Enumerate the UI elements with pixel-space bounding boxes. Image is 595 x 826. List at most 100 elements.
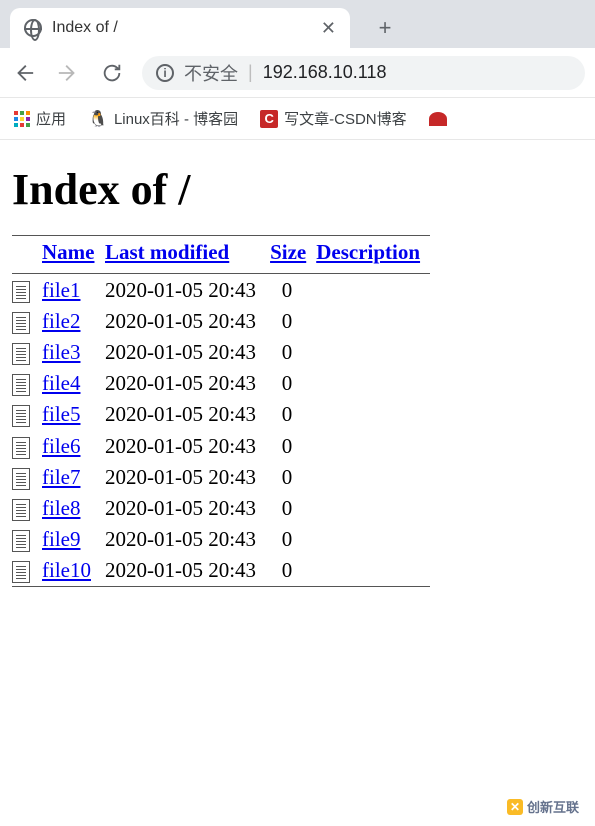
file-size-cell: 0 [270, 337, 316, 368]
sort-description-link[interactable]: Description [316, 240, 420, 264]
forward-button[interactable] [54, 59, 82, 87]
file-name-cell: file8 [42, 493, 105, 524]
file-icon-cell [12, 306, 42, 337]
security-label: 不安全 [184, 60, 238, 86]
file-link[interactable]: file5 [42, 402, 80, 426]
file-link[interactable]: file1 [42, 278, 80, 302]
apps-icon [14, 111, 30, 127]
column-modified[interactable]: Last modified [105, 236, 270, 274]
file-icon-cell [12, 337, 42, 368]
new-tab-button[interactable]: + [370, 13, 400, 43]
file-modified-cell: 2020-01-05 20:43 [105, 493, 270, 524]
file-size-cell: 0 [270, 493, 316, 524]
page-content: Index of / Name Last modified Size Descr… [0, 140, 595, 598]
table-row: file22020-01-05 20:430 [12, 306, 430, 337]
file-icon [12, 374, 30, 396]
file-link[interactable]: file8 [42, 496, 80, 520]
table-row: file92020-01-05 20:430 [12, 524, 430, 555]
bookmark-item[interactable]: C 写文章-CSDN博客 [260, 108, 407, 129]
bookmarks-bar: 应用 🐧 Linux百科 - 博客园 C 写文章-CSDN博客 [0, 98, 595, 140]
file-icon-cell [12, 430, 42, 461]
watermark-text: 创新互联 [527, 797, 579, 816]
file-link[interactable]: file9 [42, 527, 80, 551]
file-link[interactable]: file3 [42, 340, 80, 364]
file-icon [12, 312, 30, 334]
info-icon[interactable]: i [156, 64, 174, 82]
file-modified-cell: 2020-01-05 20:43 [105, 275, 270, 306]
file-description-cell [316, 555, 430, 587]
file-link[interactable]: file6 [42, 434, 80, 458]
back-button[interactable] [10, 59, 38, 87]
file-icon-cell [12, 555, 42, 587]
bookmark-label: 写文章-CSDN博客 [284, 108, 407, 129]
file-icon-cell [12, 368, 42, 399]
file-link[interactable]: file10 [42, 558, 91, 582]
file-icon-cell [12, 493, 42, 524]
reload-icon [101, 62, 123, 84]
file-size-cell: 0 [270, 430, 316, 461]
file-link[interactable]: file7 [42, 465, 80, 489]
file-modified-cell: 2020-01-05 20:43 [105, 524, 270, 555]
tab-strip: Index of / ✕ + [0, 0, 595, 48]
sort-name-link[interactable]: Name [42, 240, 94, 264]
toolbar: i 不安全 | 192.168.10.118 [0, 48, 595, 98]
file-icon [12, 530, 30, 552]
file-modified-cell: 2020-01-05 20:43 [105, 337, 270, 368]
reload-button[interactable] [98, 59, 126, 87]
bookmark-label: Linux百科 - 博客园 [114, 108, 238, 129]
file-size-cell: 0 [270, 275, 316, 306]
file-icon-cell [12, 524, 42, 555]
watermark: ✕ 创新互联 [501, 795, 585, 818]
file-size-cell: 0 [270, 555, 316, 587]
file-name-cell: file9 [42, 524, 105, 555]
file-icon [12, 468, 30, 490]
file-description-cell [316, 524, 430, 555]
file-icon [12, 343, 30, 365]
tab-title: Index of / [52, 19, 311, 37]
arrow-right-icon [57, 62, 79, 84]
url-text: 192.168.10.118 [263, 62, 387, 83]
column-name[interactable]: Name [42, 236, 105, 274]
browser-tab[interactable]: Index of / ✕ [10, 8, 350, 48]
file-name-cell: file2 [42, 306, 105, 337]
file-description-cell [316, 493, 430, 524]
column-description[interactable]: Description [316, 236, 430, 274]
file-link[interactable]: file2 [42, 309, 80, 333]
file-icon [12, 437, 30, 459]
bookmark-icon: 🐧 [88, 109, 108, 129]
apps-label: 应用 [36, 108, 66, 129]
file-size-cell: 0 [270, 368, 316, 399]
bookmark-item[interactable]: 🐧 Linux百科 - 博客园 [88, 108, 238, 129]
file-description-cell [316, 306, 430, 337]
arrow-left-icon [13, 62, 35, 84]
table-row: file72020-01-05 20:430 [12, 462, 430, 493]
column-icon [12, 236, 42, 274]
table-row: file62020-01-05 20:430 [12, 430, 430, 461]
file-name-cell: file10 [42, 555, 105, 587]
table-row: file4 2020-01-05 20:430 [12, 368, 430, 399]
file-description-cell [316, 462, 430, 493]
sort-modified-link[interactable]: Last modified [105, 240, 229, 264]
close-tab-icon[interactable]: ✕ [321, 18, 336, 39]
file-modified-cell: 2020-01-05 20:43 [105, 306, 270, 337]
file-description-cell [316, 275, 430, 306]
file-link[interactable]: file4 [42, 371, 80, 395]
file-description-cell [316, 368, 430, 399]
apps-shortcut[interactable]: 应用 [14, 108, 66, 129]
column-size[interactable]: Size [270, 236, 316, 274]
bookmark-item[interactable] [429, 112, 447, 126]
file-icon-cell [12, 399, 42, 430]
file-name-cell: file7 [42, 462, 105, 493]
sort-size-link[interactable]: Size [270, 240, 306, 264]
separator: | [248, 62, 253, 83]
file-description-cell [316, 399, 430, 430]
file-modified-cell: 2020-01-05 20:43 [105, 368, 270, 399]
file-listing-table: Name Last modified Size Description file… [12, 235, 430, 588]
file-name-cell: file6 [42, 430, 105, 461]
table-row: file102020-01-05 20:430 [12, 555, 430, 587]
address-bar[interactable]: i 不安全 | 192.168.10.118 [142, 56, 585, 90]
table-row: file52020-01-05 20:430 [12, 399, 430, 430]
watermark-icon: ✕ [507, 799, 523, 815]
file-icon [12, 281, 30, 303]
table-row: file8 2020-01-05 20:430 [12, 493, 430, 524]
